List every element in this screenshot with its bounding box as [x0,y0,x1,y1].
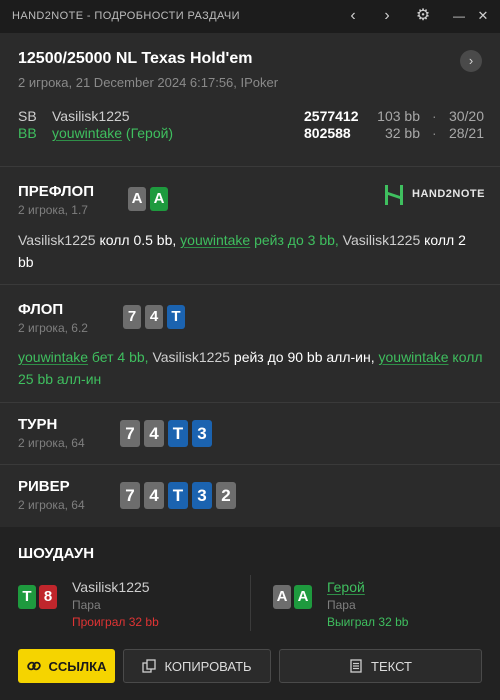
player-stack: 2577412 [304,108,359,124]
card: 2 [216,482,236,509]
minimize-icon[interactable]: — [448,5,470,27]
hero-hand: Пара [327,598,356,612]
villain-hand: Пара [72,598,101,612]
title-bar: HAND2NOTE - ПОДРОБНОСТИ РАЗДАЧИ ‹ › ⚙ — … [0,0,500,33]
showdown-hero: A A Герой Пара Выиграл 32 bb [273,577,473,652]
copy-button-label: КОПИРОВАТЬ [164,658,252,674]
card: T [167,305,185,329]
window-title: HAND2NOTE - ПОДРОБНОСТИ РАЗДАЧИ [12,10,240,22]
card: 4 [144,420,164,447]
villain-name[interactable]: Vasilisk1225 [72,579,150,595]
hero-name[interactable]: Герой [327,579,365,595]
action-player-hero[interactable]: youwintake [180,232,250,248]
action-player[interactable]: Vasilisk1225 [152,349,230,365]
chevron-right-icon[interactable]: › [376,5,398,27]
street-name: РИВЕР [18,478,70,495]
card: T [168,420,188,447]
showdown-section: ШОУДАУН T 8 Vasilisk1225 Пара Проиграл 3… [0,527,500,700]
player-position: BB [18,125,37,141]
villain-cards: T 8 [18,585,57,609]
villain-result: Проиграл 32 bb [72,615,159,629]
street-subtitle: 2 игрока, 64 [18,498,85,512]
text-button-label: ТЕКСТ [371,658,412,674]
link-icon [26,661,41,671]
hero-suffix: (Герой) [122,125,174,141]
action-text: бет 4 bb, [88,349,153,365]
action-player-hero[interactable]: youwintake [18,349,88,365]
card: 7 [120,482,140,509]
next-hand-button[interactable]: › [460,50,482,72]
showdown-villain: T 8 Vasilisk1225 Пара Проиграл 32 bb [18,577,238,652]
player-position: SB [18,108,37,124]
card: 3 [192,420,212,447]
turn-board: 7 4 T 3 [120,420,212,447]
street-preflop: ПРЕФЛОП 2 игрока, 1.7 A A HAND2NOTE Vasi… [0,167,500,285]
player-name[interactable]: Vasilisk1225 [52,108,130,124]
player-stats: 30/20 [448,108,484,124]
action-text: рейз до 90 bb алл-ин, [230,349,379,365]
card: A [150,187,168,211]
card: 4 [144,482,164,509]
action-player-hero[interactable]: youwintake [379,349,449,365]
card: 3 [192,482,212,509]
document-icon [350,659,362,673]
close-icon[interactable]: ✕ [472,5,494,27]
card: A [128,187,146,211]
hero-hole-cards: A A [128,187,168,211]
showdown-title: ШОУДАУН [18,545,95,562]
hero-result: Выиграл 32 bb [327,615,409,629]
text-button[interactable]: ТЕКСТ [279,649,482,683]
hand-header: 12500/25000 NL Texas Hold'em 2 игрока, 2… [0,33,500,167]
showdown-divider [250,575,251,631]
separator-dot: · [432,108,437,124]
logo-text: HAND2NOTE [412,188,485,200]
separator-dot: · [432,125,437,141]
hand-details-window: HAND2NOTE - ПОДРОБНОСТИ РАЗДАЧИ ‹ › ⚙ — … [0,0,500,700]
street-flop: ФЛОП 2 игрока, 6.2 7 4 T youwintake бет … [0,285,500,403]
player-stack-bb: 103 bb [377,108,420,124]
card: 7 [120,420,140,447]
player-name-hero: youwintake (Герой) [52,125,173,141]
player-row-bb: BB youwintake (Герой) 802588 32 bb · 28/… [18,125,484,145]
chevron-left-icon[interactable]: ‹ [342,5,364,27]
player-stack: 802588 [304,125,351,141]
game-title: 12500/25000 NL Texas Hold'em [18,50,253,67]
hand2note-logo: HAND2NOTE [384,183,484,207]
action-player[interactable]: Vasilisk1225 [18,232,96,248]
action-player[interactable]: Vasilisk1225 [343,232,421,248]
card: 4 [145,305,163,329]
gear-icon[interactable]: ⚙ [412,5,434,27]
link-button-label: ССЫЛКА [48,658,107,674]
player-stats: 28/21 [448,125,484,141]
street-subtitle: 2 игрока, 1.7 [18,203,88,217]
card: A [294,585,312,609]
link-button[interactable]: ССЫЛКА [18,649,115,683]
card: T [168,482,188,509]
hand2note-logo-icon [385,185,403,205]
street-name: ТУРН [18,416,58,433]
street-actions: Vasilisk1225 колл 0.5 bb, youwintake рей… [18,229,484,273]
card: 7 [123,305,141,329]
copy-button[interactable]: КОПИРОВАТЬ [123,649,271,683]
street-actions: youwintake бет 4 bb, Vasilisk1225 рейз д… [18,346,484,390]
flop-board: 7 4 T [123,305,185,329]
card: A [273,585,291,609]
street-subtitle: 2 игрока, 6.2 [18,321,88,335]
river-board: 7 4 T 3 2 [120,482,236,509]
street-turn: ТУРН 2 игрока, 64 7 4 T 3 [0,403,500,465]
action-text: рейз до 3 bb, [250,232,343,248]
player-stack-bb: 32 bb [384,125,420,141]
street-subtitle: 2 игрока, 64 [18,436,85,450]
street-name: ПРЕФЛОП [18,183,94,200]
street-river: РИВЕР 2 игрока, 64 7 4 T 3 2 [0,465,500,526]
card: 8 [39,585,57,609]
hero-name-link[interactable]: youwintake [52,125,122,141]
street-name: ФЛОП [18,301,64,318]
card: T [18,585,36,609]
action-text: колл 0.5 bb, [95,232,181,248]
copy-icon [142,659,157,673]
game-subtitle: 2 игрока, 21 December 2024 6:17:56, IPok… [18,75,279,90]
hero-cards: A A [273,585,312,609]
